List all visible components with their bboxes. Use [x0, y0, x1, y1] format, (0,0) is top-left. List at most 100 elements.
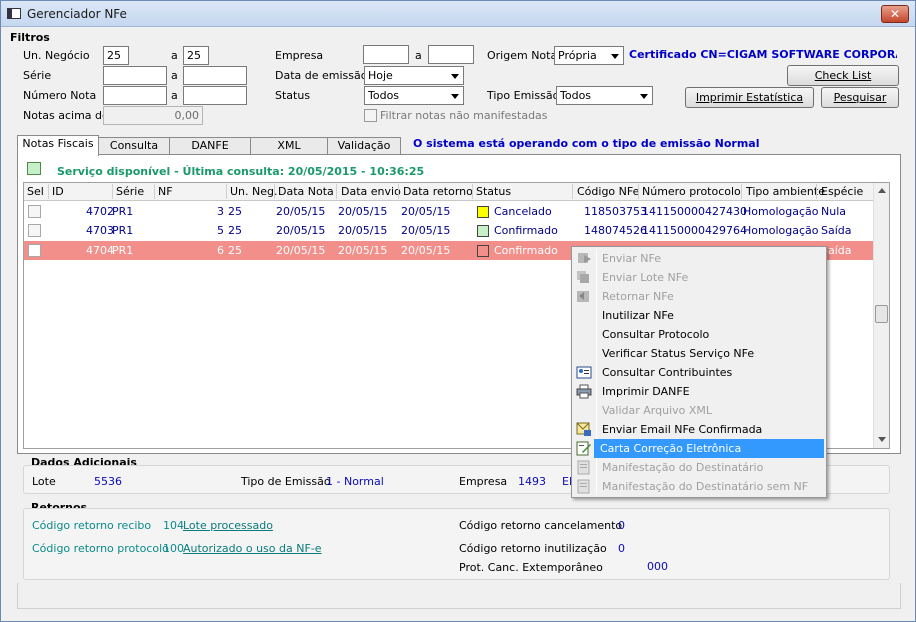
- origem-nota-select[interactable]: Própria: [554, 46, 624, 65]
- tab-validacao-xml[interactable]: Validação XML: [327, 137, 401, 168]
- col-especie[interactable]: Espécie: [821, 185, 863, 198]
- tipo-emissao-select[interactable]: Todos: [556, 86, 653, 105]
- cell-tipo-ambiente: Homologação: [743, 224, 819, 237]
- chevron-down-icon: [451, 74, 459, 79]
- cell-data-envio: 20/05/15: [338, 224, 388, 237]
- extemporaneo-label: Prot. Canc. Extemporâneo: [459, 561, 603, 574]
- cell-serie: PR1: [112, 224, 134, 237]
- filtrar-checkbox[interactable]: [364, 109, 377, 122]
- cell-data-nota: 20/05/15: [276, 244, 326, 257]
- menu-item-enviar-lote-nfe[interactable]: Enviar Lote NFe: [574, 268, 824, 287]
- menu-item-manifestacao-sem-nf[interactable]: Manifestação do Destinatário sem NF: [574, 477, 824, 496]
- empresa-to-input[interactable]: [428, 45, 474, 64]
- col-data-envio[interactable]: Data envio: [341, 185, 401, 198]
- col-divider: [638, 184, 639, 199]
- scroll-thumb[interactable]: [875, 305, 888, 323]
- recibo-link[interactable]: Lote processado: [183, 519, 273, 532]
- menu-item-consultar-contribuintes[interactable]: Consultar Contribuintes: [574, 363, 824, 382]
- serie-to-input[interactable]: [183, 66, 247, 85]
- email-icon: [576, 422, 591, 436]
- menu-item-manifestacao[interactable]: Manifestação do Destinatário: [574, 458, 824, 477]
- empresa-from-input[interactable]: [363, 45, 409, 64]
- menu-item-imprimir-danfe[interactable]: Imprimir DANFE: [574, 382, 824, 401]
- menu-item-retornar-nfe[interactable]: Retornar NFe: [574, 287, 824, 306]
- numero-nota-from-input[interactable]: [103, 86, 167, 105]
- scroll-up-icon[interactable]: [878, 188, 886, 193]
- col-id[interactable]: ID: [52, 185, 64, 198]
- status-color-indicator: [477, 225, 489, 237]
- tab-danfe[interactable]: DANFE: [169, 137, 251, 155]
- cell-nf: 6: [217, 244, 224, 257]
- close-button[interactable]: ✕: [881, 5, 909, 23]
- data-emissao-select[interactable]: Hoje: [364, 66, 464, 85]
- recibo-label: Código retorno recibo: [32, 519, 152, 532]
- menu-item-label: Inutilizar NFe: [602, 309, 674, 322]
- cell-protocolo: 141150000429764: [642, 224, 747, 237]
- scroll-down-icon[interactable]: [878, 437, 886, 442]
- check-list-button[interactable]: Check List: [787, 65, 899, 86]
- numero-nota-to-input[interactable]: [183, 86, 247, 105]
- menu-item-enviar-email[interactable]: Enviar Email NFe Confirmada: [574, 420, 824, 439]
- protocolo-code: 100: [163, 542, 184, 555]
- row-select-checkbox[interactable]: [28, 205, 41, 218]
- imprimir-estatistica-button[interactable]: Imprimir Estatística: [685, 87, 814, 108]
- app-icon: [7, 8, 21, 19]
- row-select-checkbox[interactable]: [28, 244, 41, 257]
- serie-from-input[interactable]: [103, 66, 167, 85]
- numero-nota-label: Número Nota: [23, 89, 97, 102]
- pesquisar-button[interactable]: Pesquisar: [821, 87, 899, 108]
- menu-item-inutilizar-nfe[interactable]: Inutilizar NFe: [574, 306, 824, 325]
- cell-serie: PR1: [112, 205, 134, 218]
- tab-notas-fiscais[interactable]: Notas Fiscais: [17, 135, 99, 156]
- col-sel[interactable]: Sel: [27, 185, 44, 198]
- status-select[interactable]: Todos: [364, 86, 464, 105]
- tab-xml[interactable]: XML: [250, 137, 328, 155]
- col-divider: [741, 184, 742, 199]
- col-nf[interactable]: NF: [158, 185, 173, 198]
- menu-item-verificar-status[interactable]: Verificar Status Serviço NFe: [574, 344, 824, 363]
- filtrar-label: Filtrar notas não manifestadas: [380, 109, 548, 122]
- tipo-emissao-info-value: 1 - Normal: [326, 475, 384, 488]
- un-negocio-label: Un. Negócio: [23, 49, 90, 62]
- menu-item-label: Manifestação do Destinatário: [602, 461, 764, 474]
- data-emissao-label: Data de emissão: [275, 69, 368, 82]
- status-label: Status: [275, 89, 311, 102]
- col-data-retorno[interactable]: Data retorno: [403, 185, 473, 198]
- menu-item-label: Carta Correção Eletrônica: [600, 442, 742, 455]
- service-status-text: Serviço disponível - Última consulta: 20…: [57, 165, 425, 178]
- pesquisar-label: Pesquisar: [833, 91, 887, 104]
- cell-un-neg: 25: [228, 244, 242, 257]
- col-un-neg[interactable]: Un. Neg.: [230, 185, 278, 198]
- protocolo-link[interactable]: Autorizado o uso da NF-e: [183, 542, 322, 555]
- check-list-label: Check List: [814, 69, 872, 82]
- inutilizacao-value: 0: [618, 542, 625, 555]
- col-codigo-nfe[interactable]: Código NFe: [577, 185, 639, 198]
- menu-item-enviar-nfe[interactable]: Enviar NFe: [574, 249, 824, 268]
- cell-data-nota: 20/05/15: [276, 205, 326, 218]
- table-row[interactable]: 4703 PR1 5 25 20/05/15 20/05/15 20/05/15…: [24, 221, 874, 240]
- col-serie[interactable]: Série: [116, 185, 144, 198]
- cancelamento-value: 0: [618, 519, 625, 532]
- empresa-info-value: 1493: [518, 475, 546, 488]
- grid-vertical-scrollbar[interactable]: [873, 183, 889, 448]
- un-negocio-from-input[interactable]: 25: [103, 46, 129, 65]
- tipo-emissao-label: Tipo Emissão: [487, 89, 560, 102]
- col-data-nota[interactable]: Data Nota: [278, 185, 334, 198]
- un-negocio-to-input[interactable]: 25: [183, 46, 209, 65]
- col-numero-protocolo[interactable]: Número protocolo: [642, 185, 741, 198]
- tab-consulta-nfe[interactable]: Consulta NFe: [98, 137, 170, 168]
- menu-item-validar-xml[interactable]: Validar Arquivo XML: [574, 401, 824, 420]
- table-row[interactable]: 4702 PR1 3 25 20/05/15 20/05/15 20/05/15…: [24, 202, 874, 221]
- title-bar: Gerenciador NFe ✕: [1, 1, 915, 27]
- menu-item-label: Manifestação do Destinatário sem NF: [602, 480, 809, 493]
- row-select-checkbox[interactable]: [28, 224, 41, 237]
- col-tipo-ambiente[interactable]: Tipo ambiente: [746, 185, 825, 198]
- menu-item-consultar-protocolo[interactable]: Consultar Protocolo: [574, 325, 824, 344]
- chevron-down-icon: [640, 94, 648, 99]
- menu-item-carta-correcao[interactable]: Carta Correção Eletrônica: [594, 439, 824, 458]
- serie-label: Série: [23, 69, 52, 82]
- menu-item-label: Consultar Contribuintes: [602, 366, 733, 379]
- chevron-down-icon: [451, 94, 459, 99]
- tipo-emissao-info-label: Tipo de Emissão: [241, 475, 331, 488]
- col-status[interactable]: Status: [476, 185, 511, 198]
